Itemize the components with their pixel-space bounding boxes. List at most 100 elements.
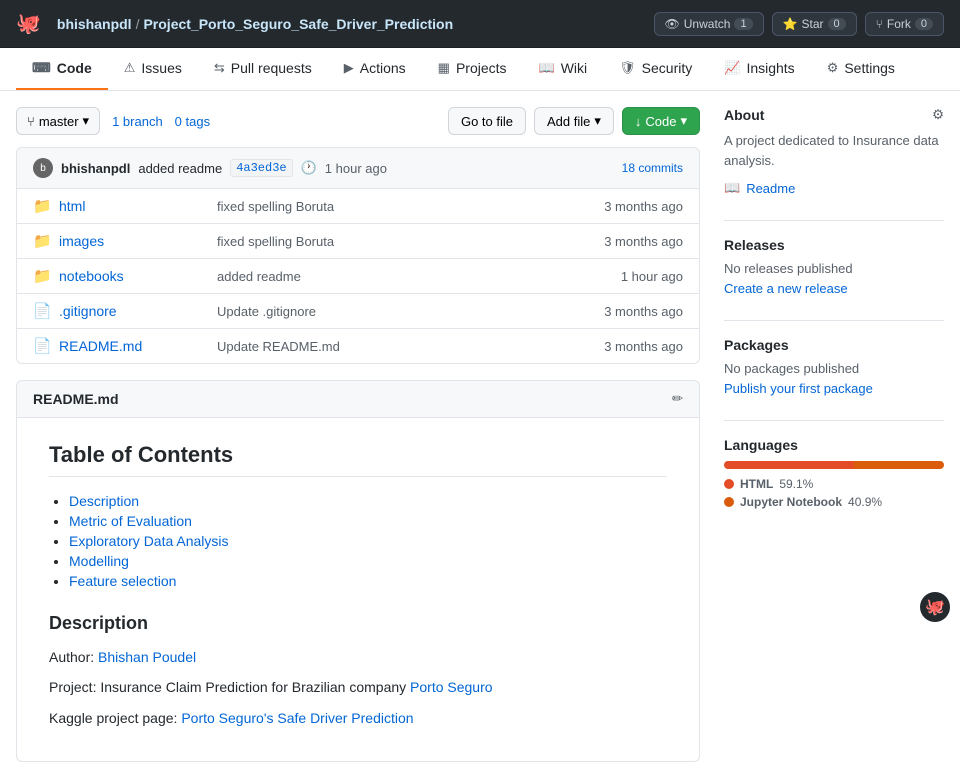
watch-button[interactable]: 👁 Unwatch 1 [654, 12, 764, 36]
nav-item-projects[interactable]: ▦ Projects [422, 48, 523, 90]
repo-name-link[interactable]: Project_Porto_Seguro_Safe_Driver_Predict… [143, 16, 453, 32]
readme-title: README.md [33, 391, 119, 407]
projects-nav-icon: ▦ [438, 60, 450, 76]
branch-selector[interactable]: ⑂ master ▾ [16, 107, 100, 135]
code-label: Code [645, 114, 676, 129]
file-name-link[interactable]: html [59, 198, 209, 214]
porto-seguro-link[interactable]: Porto Seguro [410, 679, 493, 695]
no-packages-text: No packages published [724, 361, 944, 376]
author-label: Author: [49, 649, 94, 665]
lang-bar-html [724, 461, 854, 469]
repo-content: ⑂ master ▾ 1 branch 0 tags Go to file Ad… [16, 107, 700, 762]
file-commit-message: Update README.md [217, 339, 596, 354]
add-file-button[interactable]: Add file ▾ [534, 107, 614, 135]
file-name-link[interactable]: README.md [59, 338, 209, 354]
code-button[interactable]: ↓ Code ▾ [622, 107, 700, 135]
tag-count-link[interactable]: 0 tags [175, 114, 210, 129]
lang-bar-jupyter-notebook [854, 461, 944, 469]
packages-heading-text: Packages [724, 337, 789, 353]
file-commit-message: added readme [217, 269, 613, 284]
star-label: Star [802, 17, 824, 31]
star-count: 0 [828, 18, 846, 30]
star-button[interactable]: ⭐ Star 0 [772, 12, 857, 36]
folder-icon: 📁 [33, 197, 51, 215]
commits-count-link[interactable]: 18 commits [622, 161, 683, 175]
fork-label: Fork [887, 17, 911, 31]
issues-nav-icon: ⚠ [124, 60, 136, 76]
about-text: A project dedicated to Insurance data an… [724, 131, 944, 170]
readme-link[interactable]: 📖 Readme [724, 180, 944, 196]
branch-meta: 1 branch 0 tags [112, 114, 210, 129]
owner-link[interactable]: bhishanpdl [57, 16, 132, 32]
lang-percent: 40.9% [848, 495, 882, 509]
watch-label: Unwatch [684, 17, 731, 31]
nav-item-code[interactable]: ⌨ Code [16, 48, 108, 90]
toc-item-link[interactable]: Description [69, 493, 139, 509]
star-icon: ⭐ [783, 17, 798, 31]
nav-item-wiki[interactable]: 📖 Wiki [523, 48, 604, 90]
kaggle-link[interactable]: Porto Seguro's Safe Driver Prediction [181, 710, 413, 726]
chevron-down-icon: ▾ [594, 113, 601, 129]
goto-file-button[interactable]: Go to file [448, 107, 526, 135]
file-name-link[interactable]: notebooks [59, 268, 209, 284]
settings-nav-label: Settings [844, 60, 895, 76]
branch-bar: ⑂ master ▾ 1 branch 0 tags Go to file Ad… [16, 107, 700, 135]
releases-section: Releases No releases published Create a … [724, 237, 944, 296]
folder-icon: 📁 [33, 267, 51, 285]
nav-item-issues[interactable]: ⚠ Issues [108, 48, 198, 90]
about-settings-button[interactable]: ⚙ [932, 107, 944, 123]
github-watermark: 🐙 [920, 592, 950, 622]
table-row: 📁 images fixed spelling Boruta 3 months … [17, 224, 699, 259]
actions-nav-icon: ▶ [344, 60, 354, 76]
repo-nav: ⌨ Code⚠ Issues⇆ Pull requests▶ Actions▦ … [0, 48, 960, 91]
create-release-link[interactable]: Create a new release [724, 281, 848, 296]
readme-edit-button[interactable]: ✏ [672, 391, 683, 407]
about-heading-text: About [724, 107, 764, 123]
file-commit-message: fixed spelling Boruta [217, 234, 596, 249]
branch-count-link[interactable]: 1 branch [112, 114, 163, 129]
file-time: 3 months ago [604, 199, 683, 214]
author-link[interactable]: Bhishan Poudel [98, 649, 196, 665]
file-name-link[interactable]: .gitignore [59, 303, 209, 319]
readme-header: README.md ✏ [16, 380, 700, 418]
toc-item-link[interactable]: Feature selection [69, 573, 176, 589]
toc-item-link[interactable]: Modelling [69, 553, 129, 569]
project-label: Project: Insurance Claim Prediction for … [49, 679, 406, 695]
no-releases-text: No releases published [724, 261, 944, 276]
languages-heading: Languages [724, 437, 944, 453]
file-name-link[interactable]: images [59, 233, 209, 249]
lang-dot [724, 479, 734, 489]
publish-package-link[interactable]: Publish your first package [724, 381, 873, 396]
languages-section: Languages HTML 59.1% Jupyter Notebook 40… [724, 437, 944, 509]
nav-item-settings[interactable]: ⚙ Settings [811, 48, 911, 90]
branch-name: master [39, 114, 79, 129]
fork-button[interactable]: ⑂ Fork 0 [865, 12, 944, 36]
lang-dot [724, 497, 734, 507]
settings-nav-icon: ⚙ [827, 60, 839, 76]
description-heading: Description [49, 613, 667, 634]
file-actions: Go to file Add file ▾ ↓ Code ▾ [448, 107, 700, 135]
code-nav-icon: ⌨ [32, 60, 51, 76]
edit-icon: ✏ [672, 391, 683, 406]
project-line: Project: Insurance Claim Prediction for … [49, 676, 667, 698]
download-icon: ↓ [635, 114, 642, 129]
commit-time: 1 hour ago [325, 161, 387, 176]
nav-item-security[interactable]: 🛡 Security [603, 48, 708, 90]
toc-item-link[interactable]: Exploratory Data Analysis [69, 533, 229, 549]
branch-icon: ⑂ [27, 114, 35, 129]
packages-heading: Packages [724, 337, 944, 353]
list-item: Metric of Evaluation [69, 513, 667, 529]
list-item: Description [69, 493, 667, 509]
toc-item-link[interactable]: Metric of Evaluation [69, 513, 192, 529]
file-time: 3 months ago [604, 304, 683, 319]
author-line: Author: Bhishan Poudel [49, 646, 667, 668]
nav-item-insights[interactable]: 📈 Insights [708, 48, 810, 90]
nav-item-pull-requests[interactable]: ⇆ Pull requests [198, 48, 328, 90]
main-content: ⑂ master ▾ 1 branch 0 tags Go to file Ad… [0, 91, 960, 778]
commit-hash[interactable]: 4a3ed3e [230, 159, 292, 177]
top-bar: 🐙 bhishanpdl / Project_Porto_Seguro_Safe… [0, 0, 960, 48]
watch-count: 1 [734, 18, 752, 30]
pull-requests-nav-icon: ⇆ [214, 60, 225, 76]
commit-username[interactable]: bhishanpdl [61, 161, 130, 176]
nav-item-actions[interactable]: ▶ Actions [328, 48, 422, 90]
